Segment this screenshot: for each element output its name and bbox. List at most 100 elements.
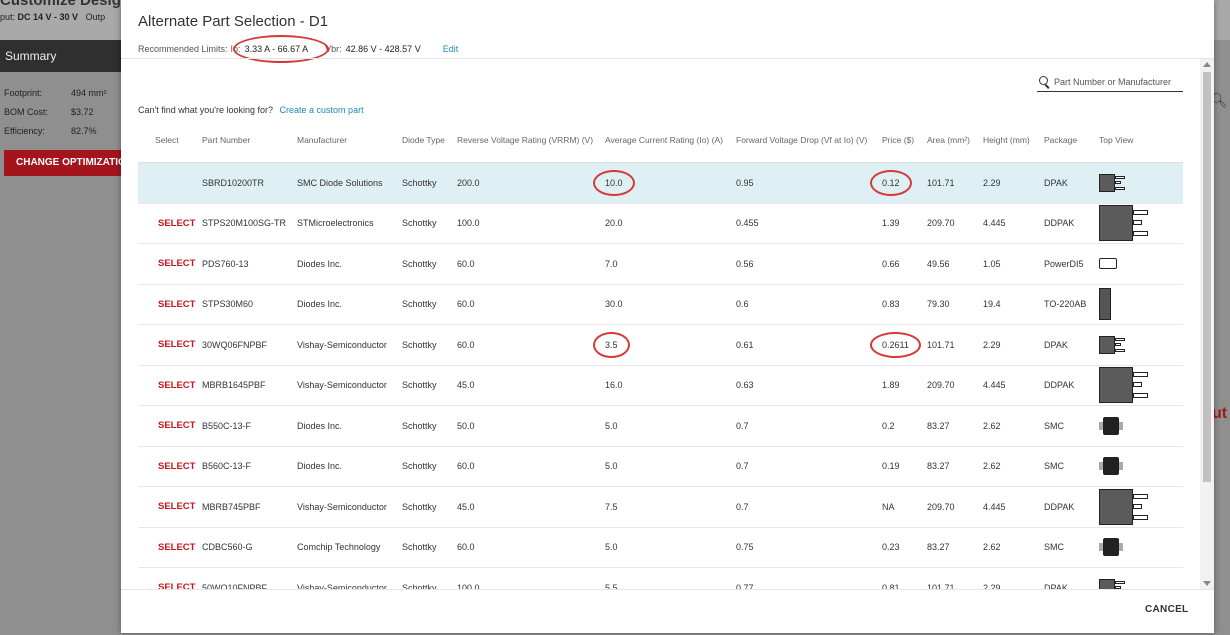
cell-height: 2.62 <box>983 405 1044 447</box>
cell-io: 7.0 <box>605 243 736 285</box>
cell-height: 1.05 <box>983 243 1044 285</box>
cell-diode-type: Schottky <box>402 527 457 568</box>
cell-vrrm: 100.0 <box>457 567 605 589</box>
col-area[interactable]: Area (mm²) <box>927 118 983 163</box>
table-row[interactable]: SELECT 50WQ10FNPBF Vishay-Semiconductor Sch… <box>138 567 1183 589</box>
cell-height: 2.29 <box>983 567 1044 589</box>
part-search-input[interactable] <box>1051 77 1182 87</box>
cell-height: 4.445 <box>983 203 1044 244</box>
cell-top-view <box>1099 567 1183 589</box>
cell-io: 5.0 <box>605 446 736 487</box>
cell-io: 5.0 <box>605 527 736 568</box>
cell-vrrm: 50.0 <box>457 405 605 447</box>
table-row[interactable]: SELECT 30WQ06FNPBF Vishay-Semiconductor Sch… <box>138 324 1183 366</box>
table-row[interactable]: SELECT B550C-13-F Diodes Inc. Schottky 50.0 5… <box>138 405 1183 447</box>
cell-area: 83.27 <box>927 405 983 447</box>
part-search <box>1037 73 1183 92</box>
cell-vf: 0.7 <box>736 446 882 487</box>
cell-manufacturer: Diodes Inc. <box>297 284 402 325</box>
col-part-number[interactable]: Part Number <box>202 118 297 163</box>
scroll-up-icon[interactable] <box>1203 62 1211 67</box>
package-pdi-icon <box>1099 258 1117 270</box>
cell-price: NA <box>882 486 927 528</box>
cell-io: 30.0 <box>605 284 736 325</box>
table-row[interactable]: SELECT MBRB1645PBF Vishay-Semiconductor Sch… <box>138 365 1183 406</box>
package-dpak-icon <box>1099 578 1129 589</box>
col-package[interactable]: Package <box>1044 118 1099 163</box>
cell-diode-type: Schottky <box>402 446 457 487</box>
stat-footprint: Footprint: 494 mm² <box>4 88 107 98</box>
cell-io: 3.5 <box>605 324 736 366</box>
col-vrrm[interactable]: Reverse Voltage Rating (VRRM) (V) <box>457 118 605 163</box>
cell-area: 49.56 <box>927 243 983 285</box>
cell-package: DPAK <box>1044 324 1099 366</box>
select-button[interactable]: SELECT <box>138 582 195 589</box>
scroll-thumb[interactable] <box>1203 72 1211 482</box>
select-button[interactable]: SELECT <box>138 258 195 269</box>
cell-part-number: MBRB1645PBF <box>202 365 297 406</box>
cell-price: 1.89 <box>882 365 927 406</box>
cell-top-view <box>1099 446 1183 487</box>
cell-part-number: SBRD10200TR <box>202 162 297 204</box>
select-button[interactable]: SELECT <box>138 501 195 512</box>
select-button[interactable]: SELECT <box>138 339 195 350</box>
cell-top-view <box>1099 284 1183 325</box>
cell-manufacturer: Comchip Technology <box>297 527 402 568</box>
select-button[interactable]: SELECT <box>138 299 195 310</box>
table-row[interactable]: SELECT PDS760-13 Diodes Inc. Schottky 60.0 7.… <box>138 243 1183 285</box>
create-custom-part-link[interactable]: Create a custom part <box>280 105 364 115</box>
package-dpak-icon <box>1099 173 1129 193</box>
cell-top-view <box>1099 365 1183 406</box>
select-button[interactable]: SELECT <box>138 461 195 472</box>
cell-vrrm: 60.0 <box>457 324 605 366</box>
package-to220-icon <box>1099 288 1111 321</box>
select-button[interactable]: SELECT <box>138 380 195 391</box>
package-smc-icon <box>1099 416 1123 435</box>
limits-label: Recommended Limits: <box>138 44 228 54</box>
table-row[interactable]: SELECT STPS30M60 Diodes Inc. Schottky 60.0 30… <box>138 284 1183 325</box>
cell-part-number: STPS20M100SG-TR <box>202 203 297 244</box>
table-row[interactable]: SBRD10200TR SMC Diode Solutions Schottky 20… <box>138 162 1183 204</box>
select-button[interactable]: SELECT <box>138 218 195 229</box>
cell-vrrm: 60.0 <box>457 284 605 325</box>
col-height[interactable]: Height (mm) <box>983 118 1044 163</box>
table-row[interactable]: SELECT B560C-13-F Diodes Inc. Schottky 60.0 5… <box>138 446 1183 487</box>
table-row[interactable]: SELECT STPS20M100SG-TR STMicroelectronics S… <box>138 203 1183 244</box>
cell-price: 0.2 <box>882 405 927 447</box>
cell-price: 1.39 <box>882 203 927 244</box>
cell-vf: 0.7 <box>736 486 882 528</box>
cell-package: SMC <box>1044 405 1099 447</box>
cell-part-number: PDS760-13 <box>202 243 297 285</box>
table-row[interactable]: SELECT CDBC560-G Comchip Technology Schottk… <box>138 527 1183 568</box>
cell-height: 2.62 <box>983 527 1044 568</box>
footer-divider <box>121 589 1214 590</box>
cancel-button[interactable]: CANCEL <box>1145 604 1188 615</box>
cell-price: 0.12 <box>882 162 927 204</box>
col-vf[interactable]: Forward Voltage Drop (Vf at Io) (V) <box>736 118 882 163</box>
cell-diode-type: Schottky <box>402 162 457 204</box>
select-button[interactable]: SELECT <box>138 420 195 431</box>
table-row[interactable]: SELECT MBRB745PBF Vishay-Semiconductor Scho… <box>138 486 1183 528</box>
cant-find-text: Can't find what you're looking for? Crea… <box>138 105 364 115</box>
cell-vrrm: 45.0 <box>457 486 605 528</box>
select-button[interactable]: SELECT <box>138 542 195 553</box>
cell-diode-type: Schottky <box>402 365 457 406</box>
select-cell: SELECT <box>138 486 202 528</box>
col-price[interactable]: Price ($) <box>882 118 927 163</box>
cell-price: 0.81 <box>882 567 927 589</box>
cell-vf: 0.6 <box>736 284 882 325</box>
change-optimization-button[interactable]: CHANGE OPTIMIZATION <box>4 150 121 176</box>
cell-manufacturer: Vishay-Semiconductor <box>297 365 402 406</box>
col-manufacturer[interactable]: Manufacturer <box>297 118 402 163</box>
cell-vrrm: 45.0 <box>457 365 605 406</box>
col-io[interactable]: Average Current Rating (Io) (A) <box>605 118 736 163</box>
cell-diode-type: Schottky <box>402 284 457 325</box>
table-scrollbar[interactable] <box>1200 59 1214 589</box>
scroll-down-icon[interactable] <box>1203 581 1211 586</box>
cell-vf: 0.56 <box>736 243 882 285</box>
select-cell: SELECT <box>138 446 202 487</box>
cell-height: 4.445 <box>983 486 1044 528</box>
col-diode-type[interactable]: Diode Type <box>402 118 457 163</box>
edit-limits-link[interactable]: Edit <box>443 44 459 54</box>
cell-vf: 0.61 <box>736 324 882 366</box>
